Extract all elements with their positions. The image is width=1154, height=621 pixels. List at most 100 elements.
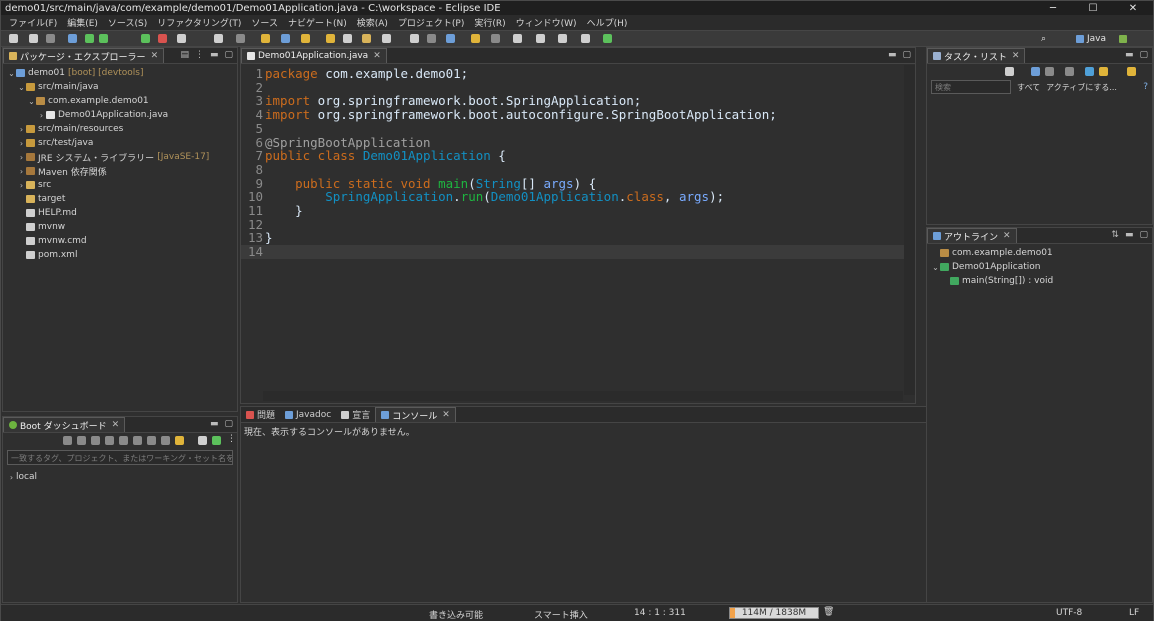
tab-declaration[interactable]: 宣言 (336, 407, 375, 422)
chevron-down-icon[interactable]: ⌄ (7, 69, 16, 78)
console-icon[interactable] (119, 436, 128, 445)
tree-item[interactable]: › src/main/resources (3, 122, 237, 136)
menu-item[interactable]: ヘルプ(H) (582, 16, 633, 29)
spring-perspective-icon[interactable] (1119, 32, 1127, 45)
save-icon[interactable] (29, 34, 38, 43)
minimize-view-icon[interactable]: ▬ (1125, 50, 1134, 60)
tree-item[interactable]: › src (3, 178, 237, 192)
maximize-button[interactable]: ☐ (1073, 1, 1113, 15)
annotation-icon[interactable] (325, 34, 335, 43)
maximize-view-icon[interactable]: ▢ (1139, 50, 1148, 60)
editor-horizontal-scrollbar[interactable] (263, 391, 903, 401)
menu-item[interactable]: ソース(S) (103, 16, 152, 29)
maximize-view-icon[interactable]: ▢ (902, 50, 911, 60)
highlight-icon[interactable] (446, 34, 456, 43)
tree-item[interactable]: mvnw (3, 220, 237, 234)
tree-item[interactable]: › Demo01Application.java (3, 108, 237, 122)
edit-icon[interactable] (362, 34, 372, 43)
perspective-java-button[interactable]: Java (1076, 32, 1106, 45)
chevron-down-icon[interactable]: ⌄ (17, 83, 26, 92)
tab-javadoc[interactable]: Javadoc (280, 407, 336, 422)
tree-item[interactable]: › local (3, 470, 237, 484)
editor-vertical-scrollbar[interactable] (904, 65, 915, 395)
menu-item[interactable]: 検索(A) (352, 16, 393, 29)
forward-icon[interactable] (558, 34, 568, 43)
close-tab-icon[interactable]: ✕ (1012, 51, 1020, 61)
whitespace-icon[interactable] (426, 34, 436, 43)
chevron-right-icon[interactable]: › (17, 125, 26, 134)
filter-icon[interactable] (198, 436, 207, 445)
minimize-view-icon[interactable]: ▬ (1125, 230, 1134, 240)
close-tab-icon[interactable]: ✕ (373, 51, 381, 61)
run-debug-icon[interactable] (68, 34, 78, 43)
tab-task-list[interactable]: タスク・リスト ✕ (927, 48, 1026, 63)
last-edit-icon[interactable] (513, 34, 523, 43)
minimize-view-icon[interactable]: ▬ (888, 50, 897, 60)
tree-item[interactable]: › JRE システム・ライブラリー [JavaSE-17] (3, 150, 237, 164)
tab-demo01application-java[interactable]: Demo01Application.java ✕ (241, 48, 387, 63)
minimize-view-icon[interactable]: ▬ (210, 419, 219, 429)
tree-item[interactable]: ⌄ com.example.demo01 (3, 94, 237, 108)
coverage-icon[interactable] (99, 34, 108, 43)
tab-package-explorer[interactable]: パッケージ・エクスプローラー ✕ (3, 48, 165, 63)
close-tab-icon[interactable]: ✕ (151, 51, 159, 61)
pin-icon[interactable] (580, 34, 590, 43)
debug-icon[interactable] (77, 436, 86, 445)
minimize-view-icon[interactable]: ▬ (210, 50, 219, 60)
menu-item[interactable]: ナビゲート(N) (283, 16, 352, 29)
window-icon[interactable] (161, 436, 170, 445)
tree-item[interactable]: mvnw.cmd (3, 234, 237, 248)
tab-problems[interactable]: 問題 (241, 407, 280, 422)
open-type-icon[interactable] (261, 34, 271, 43)
new-package-icon[interactable] (177, 34, 187, 43)
tree-item[interactable]: target (3, 192, 237, 206)
menu-item[interactable]: 編集(E) (62, 16, 103, 29)
collapse-all-icon[interactable]: ▤ (180, 50, 189, 60)
toggle-mark-icon[interactable] (381, 34, 391, 43)
tree-item[interactable]: ⌄ demo01 [boot] [devtools] (3, 66, 237, 80)
start-icon[interactable] (63, 436, 72, 445)
sync-icon[interactable] (1099, 67, 1108, 76)
code-editor[interactable]: 1 package com.example.demo01; 2 3 import org… (241, 65, 905, 385)
close-tab-icon[interactable]: ✕ (112, 420, 120, 430)
external-tools-icon[interactable] (141, 34, 150, 43)
heap-status[interactable]: 114M / 1838M (729, 607, 819, 619)
tab-console[interactable]: コンソール ✕ (375, 407, 456, 422)
tab-boot-dashboard[interactable]: Boot ダッシュボード ✕ (3, 417, 126, 432)
new-class-icon[interactable] (213, 34, 223, 43)
refresh-icon[interactable] (133, 436, 142, 445)
task-repo-icon[interactable] (1127, 67, 1136, 76)
collapse-icon[interactable] (1085, 67, 1094, 76)
print-icon[interactable] (45, 34, 55, 43)
chevron-down-icon[interactable]: ⌄ (27, 97, 36, 106)
menu-item[interactable]: ソース (246, 16, 283, 29)
prev-annotation-icon[interactable] (491, 34, 500, 43)
search-icon[interactable] (281, 34, 290, 43)
add-icon[interactable] (212, 436, 221, 445)
tree-item[interactable]: com.example.demo01 (927, 246, 1152, 260)
back-icon[interactable] (535, 34, 545, 43)
categorize-icon[interactable] (1031, 67, 1040, 76)
menu-item[interactable]: プロジェクト(P) (393, 16, 469, 29)
chevron-right-icon[interactable]: › (7, 473, 16, 482)
help-icon[interactable]: ? (1143, 82, 1148, 92)
run-icon[interactable] (85, 34, 94, 43)
tree-item[interactable]: ⌄ Demo01Application (927, 260, 1152, 274)
tree-item[interactable]: main(String[]) : void (927, 274, 1152, 288)
chevron-right-icon[interactable]: › (17, 181, 26, 190)
task-search-input[interactable]: 検索 (931, 80, 1011, 94)
tree-item[interactable]: ⌄ src/main/java (3, 80, 237, 94)
close-tab-icon[interactable]: ✕ (1003, 231, 1011, 241)
schedule-icon[interactable] (1045, 67, 1054, 76)
search-icon[interactable]: ⌕ (1041, 32, 1046, 45)
tree-item[interactable]: pom.xml (3, 248, 237, 262)
lightbulb-icon[interactable] (175, 436, 184, 445)
tab-outline[interactable]: アウトライン ✕ (927, 228, 1017, 243)
minimize-button[interactable]: ─ (1033, 1, 1073, 15)
view-menu-icon[interactable]: ⋮ (195, 50, 204, 60)
focus-icon[interactable] (1065, 67, 1074, 76)
terminal-icon[interactable] (236, 34, 246, 43)
chevron-right-icon[interactable]: › (17, 139, 26, 148)
maximize-view-icon[interactable]: ▢ (224, 419, 233, 429)
chevron-down-icon[interactable]: ⌄ (931, 263, 940, 272)
